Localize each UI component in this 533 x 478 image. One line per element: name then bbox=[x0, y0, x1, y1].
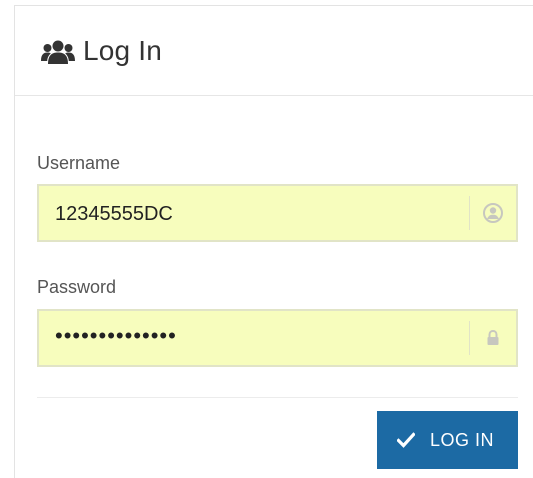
password-label: Password bbox=[37, 277, 117, 297]
username-value: 12345555DC bbox=[55, 203, 173, 225]
check-icon bbox=[397, 432, 415, 448]
login-button-label: LOG IN bbox=[430, 430, 495, 450]
username-label: Username bbox=[37, 153, 121, 173]
password-value: •••••••••••••• bbox=[55, 323, 177, 348]
user-circle-icon bbox=[483, 203, 503, 223]
input-addon-divider bbox=[469, 321, 470, 355]
password-field[interactable]: •••••••••••••• bbox=[37, 309, 518, 367]
form-divider bbox=[37, 397, 518, 398]
login-button[interactable]: LOG IN bbox=[377, 411, 518, 469]
username-field[interactable]: 12345555DC bbox=[37, 184, 518, 242]
login-panel: Log In Username 12345555DC Password ••••… bbox=[14, 5, 533, 478]
input-addon-divider bbox=[469, 196, 470, 230]
panel-heading: Log In bbox=[15, 6, 533, 96]
users-icon bbox=[41, 40, 75, 64]
lock-icon bbox=[487, 329, 499, 345]
page-title: Log In bbox=[83, 35, 163, 66]
